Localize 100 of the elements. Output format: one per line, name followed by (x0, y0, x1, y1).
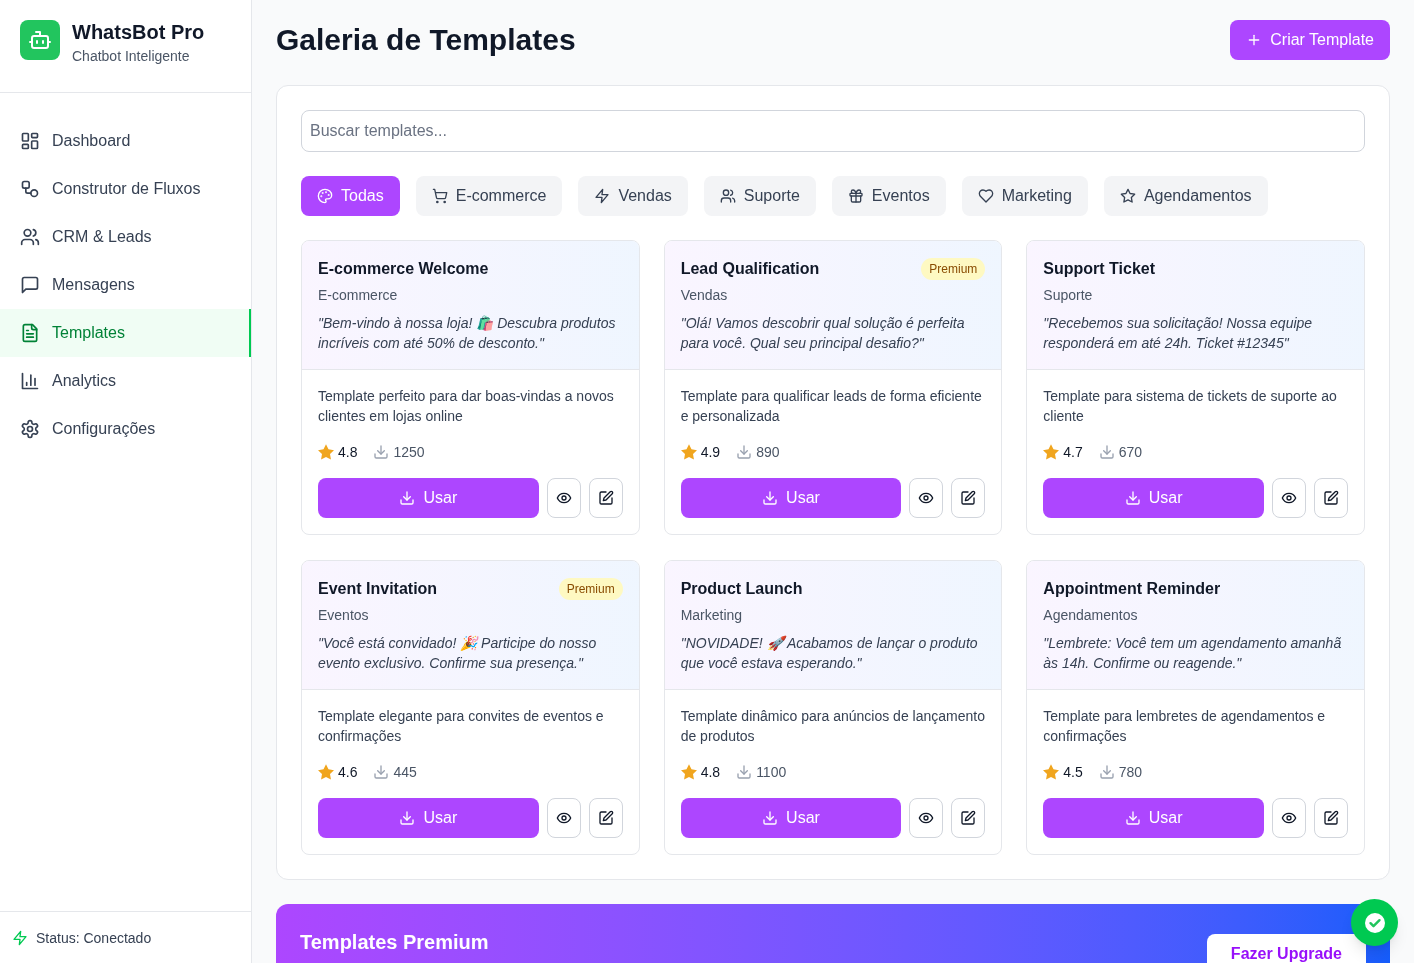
dashboard-grid-icon (20, 131, 40, 151)
edit-button[interactable] (951, 798, 986, 838)
preview-button[interactable] (1272, 798, 1306, 838)
template-category: E-commerce (318, 286, 399, 305)
message-preview: "Olá! Vamos descobrir qual solução é perfeita para você. Qual seu principal desafio?" (680, 314, 966, 353)
heart-icon (977, 188, 994, 204)
sidebar-item[interactable]: Configurações (0, 405, 251, 453)
download-icon (399, 490, 416, 506)
download-icon (373, 764, 390, 780)
flow-nodes-icon (20, 179, 40, 199)
rating-value: 4.7 (1063, 443, 1083, 462)
download-icon (736, 764, 753, 780)
preview-button[interactable] (1272, 478, 1306, 518)
sidebar-item[interactable]: Construtor de Fluxos (0, 165, 251, 213)
sidebar-item[interactable]: Dashboard (0, 117, 251, 165)
edit-icon (597, 490, 614, 506)
sidebar-item[interactable]: Mensagens (0, 261, 251, 309)
star-icon (318, 764, 334, 780)
edit-button[interactable] (588, 478, 623, 518)
edit-button[interactable] (1314, 798, 1348, 838)
template-title: Lead Qualification (680, 259, 820, 279)
app-tagline: Chatbot Inteligente (72, 47, 191, 66)
rating-value: 4.9 (700, 443, 721, 462)
template-title: Appointment Reminder (1043, 579, 1221, 599)
star-icon (1119, 188, 1136, 204)
download-icon (399, 810, 416, 826)
sidebar-item[interactable]: Analytics (0, 357, 251, 405)
shopping-cart-icon (431, 188, 448, 204)
download-icon (1098, 444, 1115, 460)
robot-logo-icon (20, 20, 60, 60)
users-icon (20, 227, 40, 247)
download-icon (1124, 490, 1141, 506)
filter-tab[interactable]: Agendamentos (1103, 176, 1268, 216)
edit-icon (1323, 490, 1339, 506)
banner-title: Templates Premium (300, 930, 489, 955)
eye-icon (1281, 810, 1297, 826)
create-template-button[interactable]: Criar Template (1230, 20, 1390, 60)
edit-icon (597, 810, 614, 826)
floating-check-button[interactable] (1351, 899, 1398, 946)
download-count: 780 (1118, 763, 1143, 782)
template-description: Template perfeito para dar boas-vindas a novos clientes em lojas online (318, 387, 615, 426)
lightning-icon (594, 188, 611, 204)
preview-button[interactable] (546, 478, 581, 518)
eye-icon (555, 810, 572, 826)
preview-button[interactable] (909, 478, 944, 518)
star-icon (318, 444, 334, 460)
users-icon (719, 188, 736, 204)
message-preview: "Recebemos sua solicitação! Nossa equipe responderá em até 24h. Ticket #12345" (1043, 314, 1314, 353)
app-name: WhatsBot Pro (72, 20, 205, 45)
filter-tab[interactable]: Suporte (703, 176, 816, 216)
edit-icon (960, 810, 977, 826)
download-count: 890 (756, 443, 780, 462)
premium-badge: Premium (558, 578, 623, 600)
use-template-button[interactable]: Usar (1043, 798, 1264, 838)
use-template-button[interactable]: Usar (318, 478, 539, 518)
page-title: Galeria de Templates (276, 22, 576, 58)
rating-value: 4.6 (338, 763, 358, 782)
use-template-button[interactable]: Usar (1043, 478, 1264, 518)
star-icon (680, 444, 697, 460)
preview-button[interactable] (546, 798, 581, 838)
filter-tab[interactable]: Marketing (961, 176, 1088, 216)
sidebar-item[interactable]: Templates (0, 309, 251, 357)
message-preview: "Bem-vindo à nossa loja! 🛍 Descubra produtos incríveis com até 50% de desconto." (318, 314, 617, 353)
star-icon (1043, 444, 1060, 460)
download-icon (373, 444, 390, 460)
template-category: Marketing (680, 606, 744, 625)
document-icon (20, 323, 40, 343)
filter-tab[interactable]: E-commerce (415, 176, 563, 216)
upgrade-button[interactable]: Fazer Upgrade (1206, 934, 1366, 963)
edit-button[interactable] (588, 798, 623, 838)
template-category: Eventos (318, 606, 370, 625)
template-description: Template elegante para convites de eventos e confirmações (318, 707, 605, 746)
download-icon (762, 810, 779, 826)
search-field[interactable]: Buscar templates... (301, 110, 1365, 152)
download-icon (1124, 810, 1141, 826)
template-description: Template para qualificar leads de forma eficiente e personalizada (680, 387, 983, 426)
download-count: 1250 (393, 443, 425, 462)
rating-value: 4.8 (700, 763, 721, 782)
use-template-button[interactable]: Usar (680, 478, 902, 518)
use-template-button[interactable]: Usar (318, 798, 539, 838)
sidebar-item[interactable]: CRM & Leads (0, 213, 251, 261)
filter-tab[interactable]: Todas (301, 176, 400, 216)
use-template-button[interactable]: Usar (680, 798, 902, 838)
eye-icon (555, 490, 572, 506)
filter-tab[interactable]: Vendas (578, 176, 688, 216)
download-icon (1098, 764, 1115, 780)
chat-bubble-icon (20, 275, 40, 295)
template-title: Product Launch (680, 579, 803, 599)
lightning-icon (12, 929, 28, 946)
download-count: 445 (393, 763, 417, 782)
gift-icon (847, 188, 864, 204)
message-preview: "Você está convidado! 🎉 Participe do nosso evento exclusivo. Confirme sua presença." (318, 634, 598, 673)
edit-button[interactable] (1314, 478, 1348, 518)
template-category: Agendamentos (1043, 606, 1139, 625)
edit-button[interactable] (951, 478, 986, 518)
preview-button[interactable] (909, 798, 944, 838)
rating-value: 4.8 (338, 443, 358, 462)
download-count: 670 (1118, 443, 1143, 462)
filter-tab[interactable]: Eventos (831, 176, 946, 216)
template-title: Event Invitation (318, 579, 438, 599)
